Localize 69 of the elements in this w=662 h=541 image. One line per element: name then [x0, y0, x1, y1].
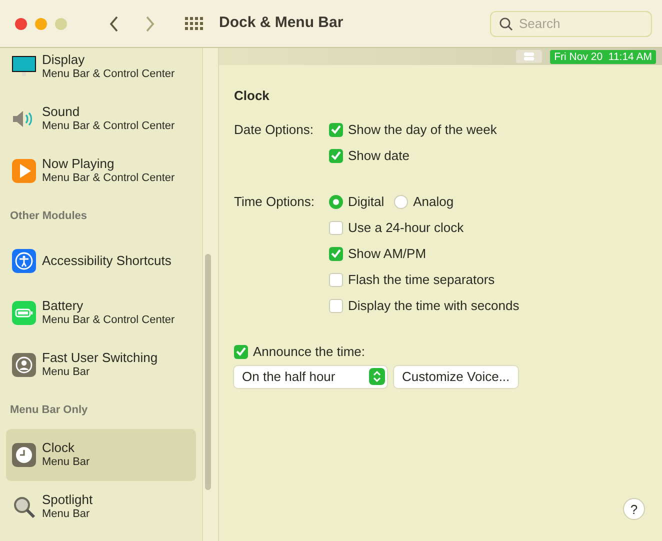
checkbox[interactable]	[329, 220, 343, 234]
radio-button[interactable]	[394, 194, 408, 208]
sidebar-item[interactable]: Accessibility Shortcuts	[6, 235, 196, 287]
item-subtitle: Menu Bar	[42, 455, 90, 469]
option-label: Time Options:	[234, 192, 316, 211]
item-title: Battery	[42, 299, 84, 313]
scrollbar-thumb[interactable]	[205, 254, 211, 490]
sidebar-item[interactable]: Clock Menu Bar	[6, 429, 196, 481]
item-subtitle: Menu Bar & Control Center	[42, 171, 175, 185]
grid-icon[interactable]	[185, 16, 203, 30]
stepper-icon	[373, 371, 381, 382]
checkbox-label: Announce the time:	[253, 342, 366, 361]
menu-bar-clock: Fri Nov 20 11:14 AM	[550, 50, 656, 64]
checkbox[interactable]	[329, 122, 343, 136]
sidebar-item[interactable]: Now Playing Menu Bar & Control Center	[6, 145, 196, 197]
item-title: Clock	[42, 441, 76, 455]
control-center-icon	[516, 50, 542, 63]
sidebar-item[interactable]: Fast User Switching Menu Bar	[6, 339, 196, 391]
dropdown[interactable]: On the half hour	[234, 366, 387, 388]
sidebar-item[interactable]: Display Menu Bar & Control Center	[6, 48, 196, 93]
item-title: Display	[42, 53, 86, 67]
checkbox-label: Display the time with seconds	[348, 296, 520, 315]
item-subtitle: Menu Bar & Control Center	[42, 313, 175, 327]
magnifier-icon	[12, 495, 36, 519]
play-icon	[12, 159, 36, 183]
checkbox[interactable]	[234, 344, 248, 358]
minimize-button[interactable]	[35, 18, 47, 30]
radio-label: Analog	[413, 192, 454, 211]
search-field[interactable]: Search	[490, 10, 652, 36]
checkbox-label: Show the day of the week	[348, 120, 497, 139]
user-icon	[12, 353, 36, 377]
option-label: Date Options:	[234, 120, 314, 139]
clock-icon	[12, 443, 36, 467]
item-subtitle: Menu Bar & Control Center	[42, 119, 175, 133]
radio-label: Digital	[348, 192, 384, 211]
checkbox[interactable]	[329, 298, 343, 312]
sidebar-item[interactable]: Spotlight Menu Bar	[6, 481, 196, 533]
item-subtitle: Menu Bar	[42, 507, 91, 521]
zoom-button[interactable]	[55, 18, 67, 30]
search-icon	[499, 16, 513, 30]
sidebar-item[interactable]: Battery Menu Bar & Control Center	[6, 287, 196, 339]
item-title: Fast User Switching	[42, 351, 158, 365]
section-header: Menu Bar Only	[9, 402, 89, 418]
checkbox[interactable]	[329, 148, 343, 162]
sidebar-item[interactable]: Sound Menu Bar & Control Center	[6, 93, 196, 145]
help-button[interactable]: ?	[623, 498, 645, 520]
checkbox[interactable]	[329, 272, 343, 286]
item-subtitle: Menu Bar & Control Center	[42, 67, 175, 81]
back-icon[interactable]	[109, 16, 119, 32]
item-subtitle: Menu Bar	[42, 365, 91, 379]
window-title: Dock & Menu Bar	[219, 13, 344, 34]
checkbox-label: Show date	[348, 146, 410, 165]
item-title: Now Playing	[42, 157, 116, 171]
display-icon	[12, 56, 36, 78]
checkbox[interactable]	[329, 246, 343, 260]
item-title: Sound	[42, 105, 81, 119]
accessibility-icon	[12, 249, 36, 273]
radio-button[interactable]	[329, 194, 343, 208]
item-title: Spotlight	[42, 493, 93, 507]
forward-icon[interactable]	[145, 16, 155, 32]
close-button[interactable]	[15, 18, 27, 30]
item-title: Accessibility Shortcuts	[42, 254, 172, 268]
checkbox-label: Show AM/PM	[348, 244, 426, 263]
section-title: Clock	[234, 87, 270, 105]
checkbox-label: Flash the time separators	[348, 270, 495, 289]
section-header: Other Modules	[9, 208, 88, 224]
customize-voice-button[interactable]: Customize Voice...	[394, 366, 518, 388]
battery-icon	[12, 301, 36, 325]
checkbox-label: Use a 24-hour clock	[348, 218, 464, 237]
